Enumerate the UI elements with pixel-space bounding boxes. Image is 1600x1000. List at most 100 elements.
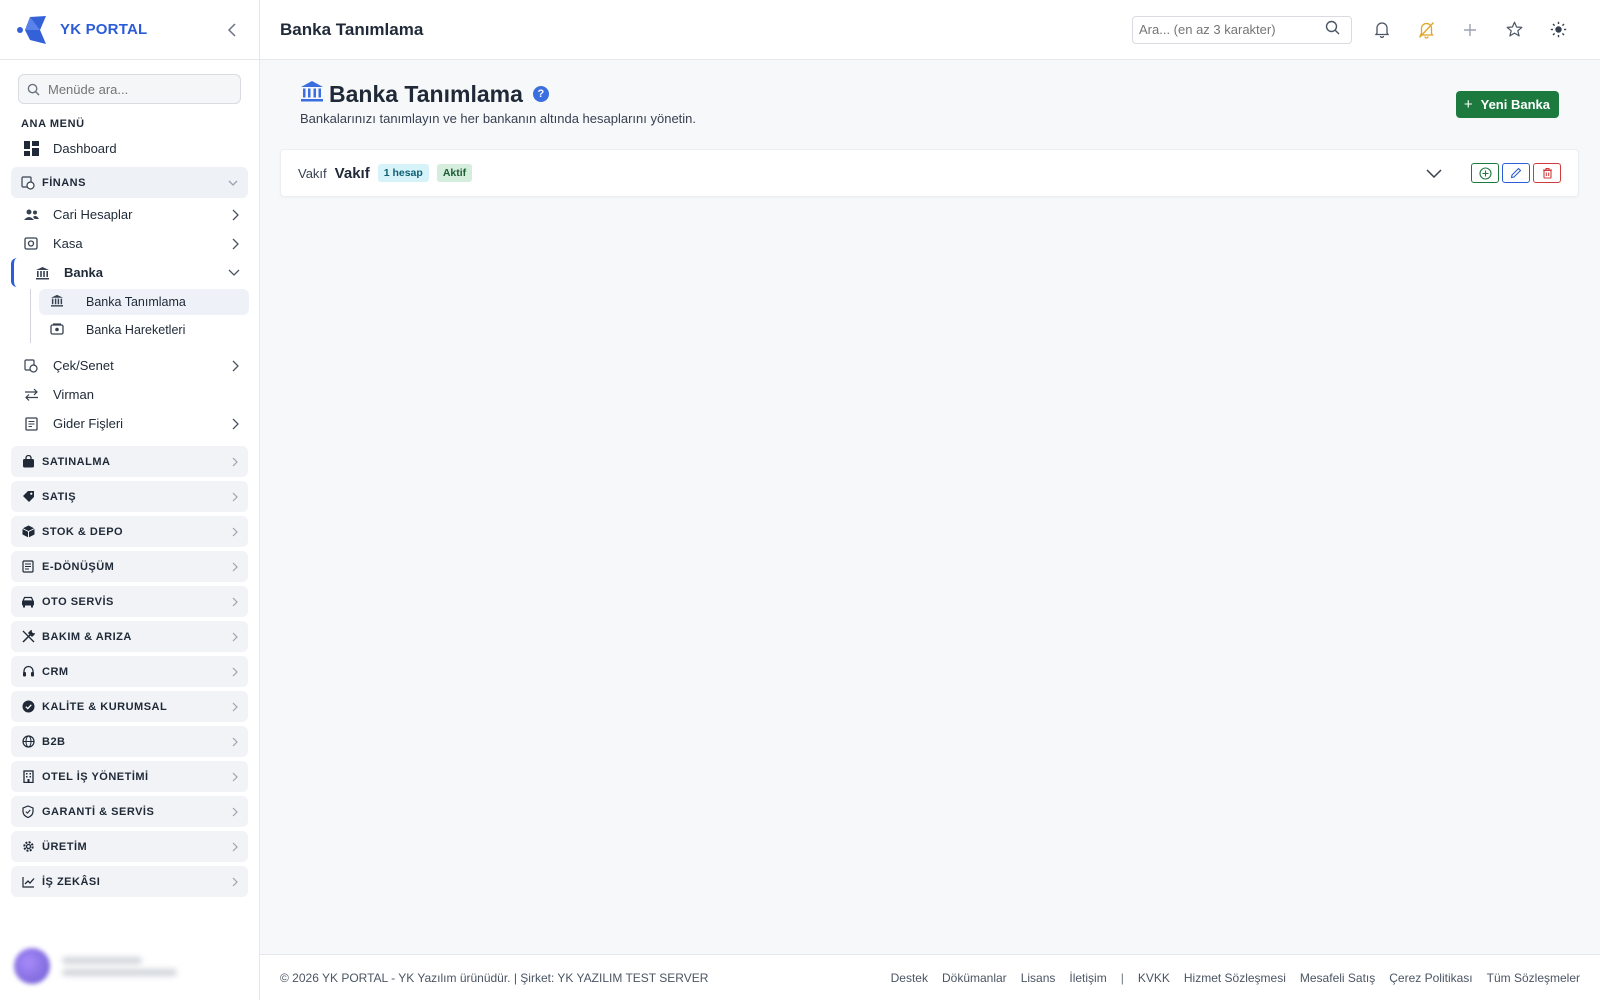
users-icon xyxy=(22,209,40,221)
sidebar-item-label: Dashboard xyxy=(53,141,117,156)
avatar[interactable] xyxy=(14,948,50,984)
sun-theme-icon[interactable] xyxy=(1536,21,1580,38)
menu-group-label: SATINALMA xyxy=(42,455,111,468)
topbar: Banka Tanımlama xyxy=(260,0,1600,60)
trash-icon xyxy=(1542,167,1552,179)
chevron-right-icon xyxy=(232,667,238,677)
plus-circle-icon xyxy=(1478,166,1492,180)
add-account-button[interactable] xyxy=(1471,163,1499,183)
menu-group-b2b[interactable]: B2B xyxy=(11,726,248,757)
chevron-right-icon xyxy=(232,772,238,782)
chevron-left-icon xyxy=(227,22,236,37)
chevron-right-icon xyxy=(232,238,239,250)
delete-bank-button[interactable] xyxy=(1533,163,1561,183)
shield-check-icon xyxy=(21,805,35,818)
footer-links: Destek Dökümanlar Lisans İletişim | KVKK… xyxy=(877,971,1580,985)
chevron-right-icon xyxy=(232,842,238,852)
sidebar-item-label: Banka Tanımlama xyxy=(86,295,186,309)
menu-group-label: OTEL İŞ YÖNETİMİ xyxy=(42,770,149,783)
sidebar-item-cek-senet[interactable]: Çek/Senet xyxy=(0,351,259,380)
user-profile-card[interactable] xyxy=(14,946,244,986)
chevron-right-icon xyxy=(232,527,238,537)
menu-group-label: STOK & DEPO xyxy=(42,525,124,538)
menu-group-otel-is-yonetimi[interactable]: OTEL İŞ YÖNETİMİ xyxy=(11,761,248,792)
footer-link-iletisim[interactable]: İletişim xyxy=(1069,971,1106,985)
sidebar-item-banka[interactable]: Banka xyxy=(11,258,249,287)
menu-group-label: E-DÖNÜŞÜM xyxy=(42,560,115,573)
search-icon xyxy=(27,83,40,96)
menu-group-bakim-ariza[interactable]: BAKIM & ARIZA xyxy=(11,621,248,652)
menu-group-label: OTO SERVİS xyxy=(42,595,114,608)
menu-group-label: FİNANS xyxy=(42,176,86,189)
footer-copyright: © 2026 YK PORTAL - YK Yazılım ürünüdür. … xyxy=(280,970,709,985)
document-icon xyxy=(21,560,35,573)
status-badge: Aktif xyxy=(436,164,473,182)
footer-link-lisans[interactable]: Lisans xyxy=(1021,971,1056,985)
expand-chevron-button[interactable] xyxy=(1426,168,1442,178)
sidebar-item-gider-fisleri[interactable]: Gider Fişleri xyxy=(0,409,259,438)
plus-icon[interactable] xyxy=(1448,23,1492,37)
footer-link-tum-sozlesmeler[interactable]: Tüm Sözleşmeler xyxy=(1487,971,1580,985)
menu-group-kalite-kurumsal[interactable]: KALİTE & KURUMSAL xyxy=(11,691,248,722)
sidebar-item-banka-tanimlama[interactable]: Banka Tanımlama xyxy=(39,289,249,315)
chevron-down-icon xyxy=(1426,168,1442,178)
cheque-icon xyxy=(22,358,40,373)
sidebar-item-kasa[interactable]: Kasa xyxy=(0,229,259,258)
sidebar-item-label: Banka xyxy=(64,265,104,280)
menu-group-finans[interactable]: FİNANS xyxy=(11,167,248,198)
star-icon[interactable] xyxy=(1492,21,1536,38)
footer-link-hizmet-sozlesmesi[interactable]: Hizmet Sözleşmesi xyxy=(1184,971,1286,985)
menu-group-satinalma[interactable]: SATINALMA xyxy=(11,446,248,477)
sidebar: YK PORTAL ANA MENÜ Dashboard FİNANS Cari… xyxy=(0,0,260,1000)
help-icon[interactable]: ? xyxy=(532,86,549,102)
transfer-arrows-icon xyxy=(22,388,40,401)
main-content: Banka Tanımlama ? Bankalarınızı tanımlay… xyxy=(260,60,1600,954)
menu-group-garanti-servis[interactable]: GARANTİ & SERVİS xyxy=(11,796,248,827)
topbar-title: Banka Tanımlama xyxy=(280,19,424,39)
footer-link-kvkk[interactable]: KVKK xyxy=(1138,971,1170,985)
chevron-down-icon xyxy=(228,180,238,186)
menu-group-stok-depo[interactable]: STOK & DEPO xyxy=(11,516,248,547)
sidebar-item-virman[interactable]: Virman xyxy=(0,380,259,409)
menu-group-label: GARANTİ & SERVİS xyxy=(42,805,155,818)
chevron-right-icon xyxy=(232,360,239,372)
menu-group-label: BAKIM & ARIZA xyxy=(42,630,132,643)
menu-search-input[interactable] xyxy=(48,81,228,97)
brand-name[interactable]: YK PORTAL xyxy=(60,21,147,38)
menu-group-crm[interactable]: CRM xyxy=(11,656,248,687)
menu-group-oto-servis[interactable]: OTO SERVİS xyxy=(11,586,248,617)
search-icon[interactable] xyxy=(1325,20,1340,40)
menu-group-uretim[interactable]: ÜRETİM xyxy=(11,831,248,862)
menu-group-e-donusum[interactable]: E-DÖNÜŞÜM xyxy=(11,551,248,582)
menu-group-label: B2B xyxy=(42,735,66,748)
edit-bank-button[interactable] xyxy=(1502,163,1530,183)
sidebar-item-dashboard[interactable]: Dashboard xyxy=(0,134,259,163)
global-search-input[interactable] xyxy=(1139,22,1325,37)
price-tag-icon xyxy=(21,490,35,503)
bank-short-name: Vakıf xyxy=(298,165,327,181)
chevron-right-icon xyxy=(232,418,239,430)
footer-link-cerez-politikasi[interactable]: Çerez Politikası xyxy=(1389,971,1472,985)
footer-link-destek[interactable]: Destek xyxy=(891,971,928,985)
chevron-right-icon xyxy=(232,737,238,747)
menu-group-is-zekasi[interactable]: İŞ ZEKÂSI xyxy=(11,866,248,897)
menu-group-label: CRM xyxy=(42,665,69,678)
brand-logo-icon[interactable] xyxy=(16,13,50,47)
footer-link-mesafeli-satis[interactable]: Mesafeli Satış xyxy=(1300,971,1375,985)
dashboard-icon xyxy=(22,141,40,156)
chevron-right-icon xyxy=(232,492,238,502)
sidebar-item-label: Banka Hareketleri xyxy=(86,323,186,337)
notification-bell-icon[interactable] xyxy=(1360,21,1404,38)
menu-group-satis[interactable]: SATIŞ xyxy=(11,481,248,512)
footer-link-dokumanlar[interactable]: Dökümanlar xyxy=(942,971,1007,985)
page-title-row: Banka Tanımlama ? xyxy=(300,80,549,108)
bank-card[interactable]: Vakıf Vakıf 1 hesap Aktif xyxy=(280,149,1579,197)
sidebar-item-banka-hareketleri[interactable]: Banka Hareketleri xyxy=(39,317,249,343)
sidebar-item-cari-hesaplar[interactable]: Cari Hesaplar xyxy=(0,200,259,229)
new-bank-button[interactable]: + Yeni Banka xyxy=(1455,91,1559,118)
bell-off-icon[interactable] xyxy=(1404,21,1448,39)
shopping-bag-icon xyxy=(21,455,35,468)
gear-icon xyxy=(21,840,35,853)
global-search-box xyxy=(1132,15,1352,44)
sidebar-collapse-button[interactable] xyxy=(221,19,243,41)
